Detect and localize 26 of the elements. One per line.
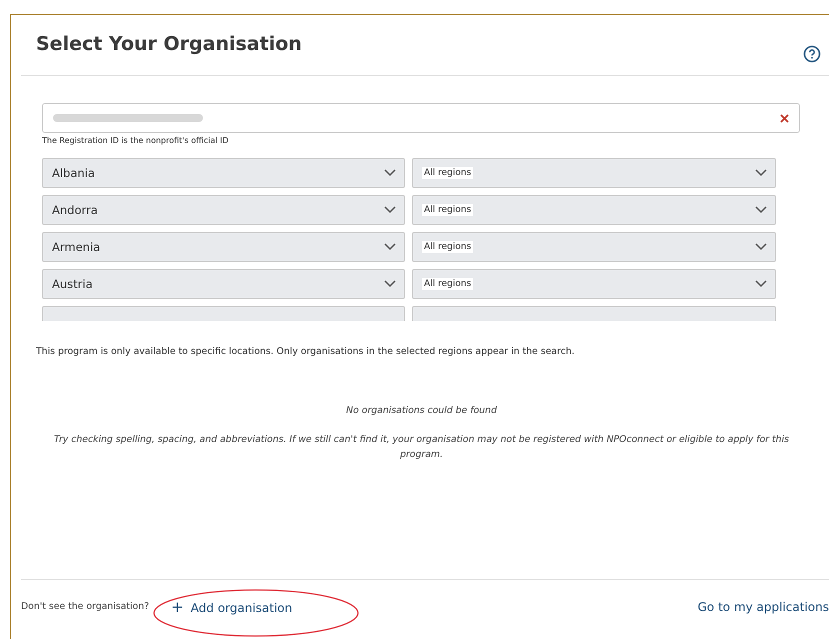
chevron-down-icon (755, 169, 767, 177)
region-dropdown[interactable]: All regions (412, 232, 776, 262)
search-field[interactable] (42, 103, 800, 133)
country-dropdown[interactable]: Armenia (42, 232, 405, 262)
clear-icon[interactable] (780, 114, 789, 122)
region-dropdown[interactable]: All regions (412, 195, 776, 225)
dialog-title: Select Your Organisation (36, 33, 302, 55)
help-icon[interactable] (803, 45, 821, 63)
applications-link[interactable]: Go to my applications (698, 600, 829, 614)
country-dropdown[interactable]: Andorra (42, 195, 405, 225)
empty-message: No organisations could be found (345, 405, 498, 416)
chevron-down-icon (755, 206, 767, 214)
empty-help-text: Try checking spelling, spacing, and abbreviations. If we still can't find it, your organisation may not be registered with NPOconnect or eligible to apply for this program. (52, 433, 790, 462)
chevron-down-icon (384, 169, 396, 177)
chevron-down-icon (384, 280, 396, 288)
field-hint: The Registration ID is the nonprofit's official ID (42, 136, 230, 145)
chevron-down-icon (755, 243, 767, 251)
region-dropdown[interactable]: All regions (412, 269, 776, 299)
region-dropdown[interactable]: All regions (412, 158, 776, 188)
country-dropdown[interactable]: Albania (42, 158, 405, 188)
chevron-down-icon (384, 243, 396, 251)
chevron-down-icon (755, 280, 767, 288)
country-dropdown[interactable]: Austria (42, 269, 405, 299)
availability-note: This program is only available to specific locations. Only organisations in the selected regions appear in the search. (36, 346, 576, 357)
chevron-down-icon (384, 206, 396, 214)
footer-question: Don't see the organisation? (21, 601, 150, 612)
